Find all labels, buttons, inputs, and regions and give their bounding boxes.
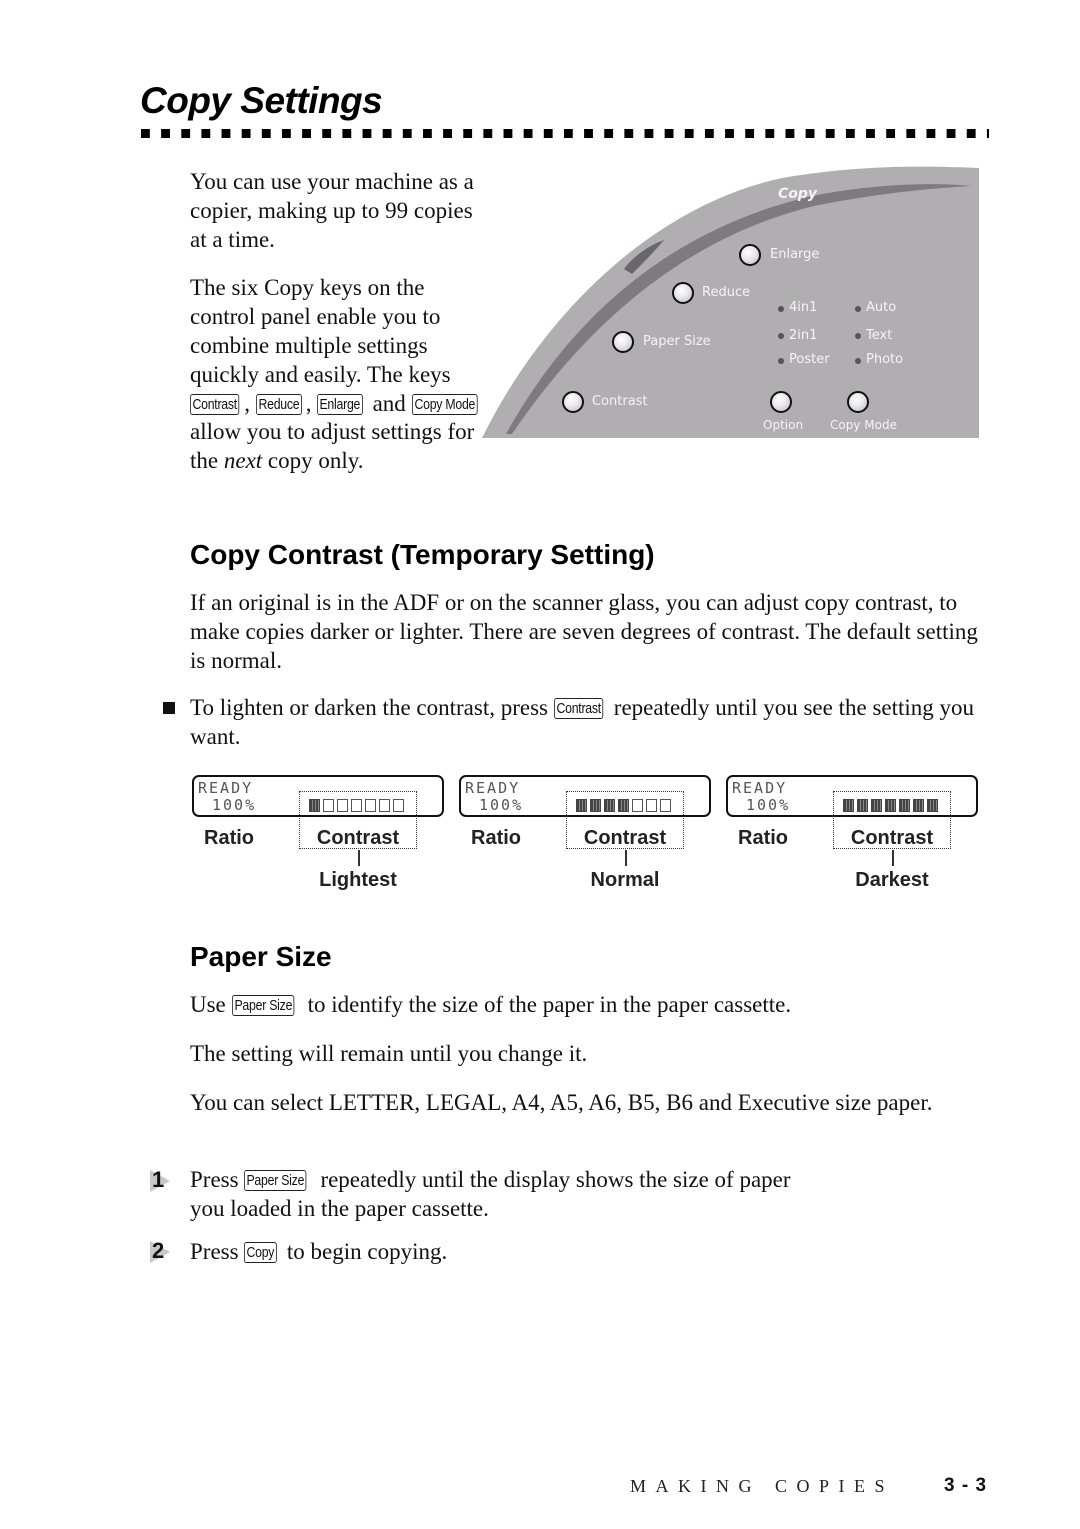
lcd-line-1: READY xyxy=(465,779,521,797)
contrast-label: Contrast xyxy=(583,827,667,849)
intro-text: You can use your machine as a copier, ma… xyxy=(190,168,490,496)
lcd-line-2: 100% xyxy=(479,796,524,814)
title-dotted-rule xyxy=(141,129,989,138)
panel-led-4in1: 4in1 xyxy=(789,300,818,315)
panel-label-reduce: Reduce xyxy=(702,285,751,300)
step-number: 2 xyxy=(152,1238,165,1263)
reduce-button-icon xyxy=(672,282,694,304)
led-icon xyxy=(855,306,861,312)
contrast-label: Contrast xyxy=(850,827,934,849)
text-run: you loaded in the paper cassette. xyxy=(190,1195,489,1221)
panel-copy-heading: Copy xyxy=(778,186,818,202)
contrast-button-icon xyxy=(562,391,584,413)
page-title: Copy Settings xyxy=(140,80,383,121)
text-run: Use xyxy=(190,992,232,1017)
bullet-square-icon xyxy=(163,702,175,714)
callout-line xyxy=(625,850,627,866)
panel-led-text: Text xyxy=(866,328,893,343)
intro-paragraph-1: You can use your machine as a copier, ma… xyxy=(190,169,474,252)
led-icon xyxy=(778,358,784,364)
ratio-label: Ratio xyxy=(471,827,521,849)
ratio-label: Ratio xyxy=(204,827,254,849)
panel-shape xyxy=(482,166,979,438)
text-run: copy only. xyxy=(262,448,364,474)
key-paper-size: Paper Size xyxy=(244,1170,307,1191)
text-run: The six Copy keys on the control panel e… xyxy=(190,275,451,387)
text-run: to identify the size of the paper in the… xyxy=(301,992,792,1017)
enlarge-button-icon xyxy=(739,244,761,266)
callout-line xyxy=(892,850,894,866)
key-contrast: Contrast xyxy=(190,393,240,415)
led-icon xyxy=(778,306,784,312)
step-number: 1 xyxy=(152,1167,165,1192)
contrast-instruction: To lighten or darken the contrast, press… xyxy=(190,694,985,752)
lcd-example-darkest: READY 100% Ratio Contrast Darkest xyxy=(726,775,982,895)
panel-led-photo: Photo xyxy=(866,352,904,367)
footer-section-title: MAKING COPIES xyxy=(630,1476,895,1496)
copy-mode-button-icon xyxy=(847,391,869,413)
paper-paragraph-1: Use Paper Size to identify the size of t… xyxy=(190,991,990,1020)
step-1: Press Paper Size repeatedly until the di… xyxy=(190,1166,990,1224)
key-copy-mode: Copy Mode xyxy=(411,393,478,415)
paper-paragraph-3: You can select LETTER, LEGAL, A4, A5, A6… xyxy=(190,1090,933,1115)
lcd-example-normal: READY 100% Ratio Contrast Normal xyxy=(459,775,715,895)
intro-paragraph-2: The six Copy keys on the control panel e… xyxy=(190,274,490,476)
text-run: and xyxy=(366,390,412,416)
callout-line xyxy=(358,850,360,866)
text-run: Press xyxy=(190,1239,245,1264)
panel-label-copy-mode: Copy Mode xyxy=(830,418,897,432)
text-run: to begin copying. xyxy=(281,1239,448,1264)
panel-led-auto: Auto xyxy=(866,300,897,315)
lcd-line-2: 100% xyxy=(746,796,791,814)
led-icon xyxy=(855,333,861,339)
key-enlarge: Enlarge xyxy=(317,393,363,415)
key-paper-size: Paper Size xyxy=(231,995,295,1016)
panel-led-poster: Poster xyxy=(789,352,830,367)
key-copy: Copy xyxy=(244,1242,277,1263)
led-icon xyxy=(778,333,784,339)
key-reduce: Reduce xyxy=(255,393,302,415)
panel-label-paper-size: Paper Size xyxy=(643,334,711,349)
emphasis-next: next xyxy=(223,448,263,474)
panel-label-enlarge: Enlarge xyxy=(770,247,820,262)
step-2: Press Copy to begin copying. xyxy=(190,1238,990,1267)
paper-size-button-icon xyxy=(612,331,634,353)
section-heading-copy-contrast: Copy Contrast (Temporary Setting) xyxy=(190,539,655,570)
lcd-line-2: 100% xyxy=(212,796,257,814)
contrast-paragraph: If an original is in the ADF or on the s… xyxy=(190,590,978,673)
led-icon xyxy=(855,358,861,364)
contrast-label: Contrast xyxy=(316,827,400,849)
lcd-line-1: READY xyxy=(198,779,254,797)
text-run: To lighten or darken the contrast, press xyxy=(190,695,554,720)
paper-paragraph-2: The setting will remain until you change… xyxy=(190,1041,588,1066)
contrast-level-label: Normal xyxy=(590,869,660,891)
panel-label-option: Option xyxy=(763,418,804,432)
key-contrast: Contrast xyxy=(553,698,604,719)
panel-label-contrast: Contrast xyxy=(592,394,648,409)
page-number: 3 - 3 xyxy=(944,1475,988,1496)
contrast-level-label: Darkest xyxy=(855,869,929,891)
ratio-label: Ratio xyxy=(738,827,788,849)
contrast-level-label: Lightest xyxy=(319,869,397,891)
lcd-line-1: READY xyxy=(732,779,788,797)
lcd-example-lightest: READY 100% Ratio Contrast Lightest xyxy=(192,775,448,895)
section-heading-paper-size: Paper Size xyxy=(190,941,332,972)
text-run: repeatedly until the display shows the s… xyxy=(314,1167,791,1192)
text-run: Press xyxy=(190,1167,245,1192)
panel-led-2in1: 2in1 xyxy=(789,328,818,343)
option-button-icon xyxy=(770,391,792,413)
control-panel-illustration: Copy Enlarge Reduce Paper Size Contrast … xyxy=(482,166,980,440)
